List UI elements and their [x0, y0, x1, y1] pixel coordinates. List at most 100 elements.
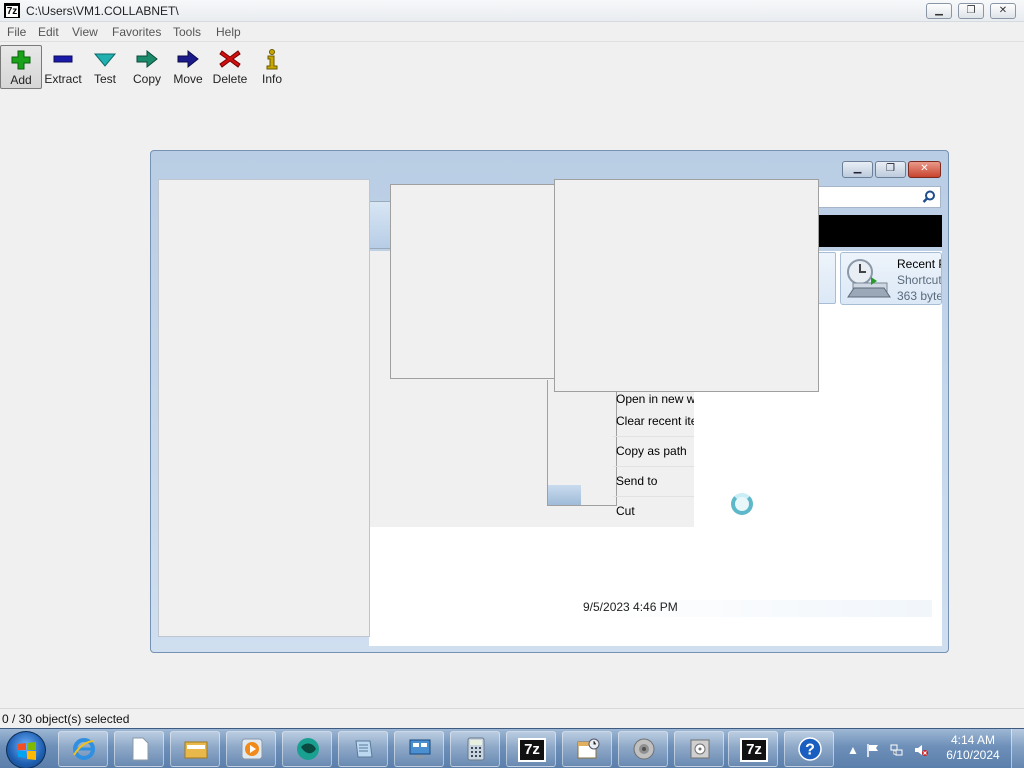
- taskbar-calculator[interactable]: [450, 731, 500, 767]
- menu-edit[interactable]: Edit: [38, 25, 59, 39]
- explorer-minimize-button[interactable]: ▁: [842, 161, 873, 178]
- context-menu-open-in-new-window[interactable]: Open in new w: [616, 392, 694, 406]
- taskbar-media-player[interactable]: [226, 731, 276, 767]
- app-icon-text: 7z: [5, 6, 19, 17]
- context-menu-cut[interactable]: Cut: [616, 504, 694, 518]
- tile-name: Recent P: [897, 257, 942, 271]
- submenu-panel: [554, 179, 819, 392]
- status-text: 0 / 30 object(s) selected: [2, 712, 130, 726]
- help-glyph: ?: [805, 742, 815, 759]
- recent-places-tile[interactable]: Recent P Shortcut 363 byte: [840, 252, 942, 305]
- taskbar-document[interactable]: [114, 731, 164, 767]
- explorer-window: ▁ ❐ ✕ 9/5/2023 4:46 PM Recent P Shortcut…: [150, 150, 949, 653]
- info-button[interactable]: Info: [251, 45, 293, 89]
- menu-help[interactable]: Help: [216, 25, 241, 39]
- action-center-flag-icon[interactable]: [866, 743, 880, 757]
- status-bar: 0 / 30 object(s) selected: [0, 708, 1024, 728]
- maximize-button[interactable]: ❐: [958, 3, 984, 19]
- show-hidden-icons-chevron-icon[interactable]: ▲: [846, 743, 860, 757]
- x-icon: [219, 50, 241, 68]
- test-button[interactable]: Test: [84, 45, 126, 89]
- disk-icon: [690, 739, 710, 759]
- taskbar-7zip-second[interactable]: 7z: [728, 731, 778, 767]
- help-icon: ?: [798, 737, 822, 761]
- column-strip: [369, 201, 391, 249]
- context-menu-clear-recent-items[interactable]: Clear recent ite: [616, 414, 694, 428]
- taskbar-disk[interactable]: [674, 731, 724, 767]
- plus-icon: [11, 50, 31, 70]
- file-explorer-icon: [184, 741, 208, 759]
- menu-icon-artifact: [548, 485, 581, 505]
- notepad-icon: [355, 740, 373, 758]
- test-label: Test: [93, 72, 116, 86]
- context-menu: Open in new w Clear recent ite Copy as p…: [583, 388, 694, 528]
- 7zip-app-icon[interactable]: 7z: [4, 3, 20, 18]
- context-menu-send-to[interactable]: Send to: [616, 474, 694, 488]
- explorer-close-button[interactable]: ✕: [908, 161, 941, 178]
- close-button[interactable]: ✕: [990, 3, 1016, 19]
- explorer-search-input[interactable]: [811, 186, 941, 208]
- taskbar-7zip[interactable]: 7z: [506, 731, 556, 767]
- add-label: Add: [10, 73, 32, 87]
- context-menu-copy-as-path[interactable]: Copy as path: [616, 444, 694, 458]
- clock-date: 6/10/2024: [946, 748, 1000, 762]
- info-icon: [266, 49, 278, 70]
- delete-button[interactable]: Delete: [209, 45, 251, 89]
- taskbar-notepad[interactable]: [338, 731, 388, 767]
- search-icon: [922, 190, 935, 203]
- submenu-panel: [390, 184, 556, 379]
- show-desktop-button[interactable]: [1011, 729, 1024, 768]
- context-menu-separator: [613, 466, 694, 467]
- network-icon[interactable]: [890, 743, 904, 757]
- taskbar-file-explorer[interactable]: [170, 731, 220, 767]
- check-arrow-icon: [93, 53, 117, 67]
- speaker-icon: [633, 738, 655, 760]
- window-title: C:\Users\VM1.COLLABNET\: [26, 4, 179, 18]
- taskbar-remote-desktop[interactable]: [394, 731, 444, 767]
- move-arrow-icon: [177, 49, 199, 69]
- title-bar: 7z C:\Users\VM1.COLLABNET\ ▁ ❐ ✕: [0, 0, 1024, 22]
- media-player-icon: [241, 738, 263, 760]
- date-modified: 9/5/2023 4:46 PM: [583, 600, 678, 614]
- start-button[interactable]: [6, 731, 46, 768]
- 7zip-icon: 7z: [740, 738, 768, 762]
- volume-muted-icon[interactable]: [914, 743, 928, 757]
- busy-cursor-icon: [731, 493, 753, 515]
- internet-explorer-icon: [73, 738, 95, 760]
- menu-view[interactable]: View: [72, 25, 98, 39]
- taskbar-help[interactable]: ?: [784, 731, 834, 767]
- toolbar-artifact: [815, 215, 942, 247]
- browser-globe-icon: [297, 738, 319, 760]
- copy-label: Copy: [132, 72, 161, 86]
- info-label: Info: [261, 72, 282, 86]
- move-button[interactable]: Move: [167, 45, 209, 89]
- move-label: Move: [173, 72, 203, 86]
- menu-tools[interactable]: Tools: [173, 25, 201, 39]
- menu-favorites[interactable]: Favorites: [112, 25, 161, 39]
- copy-button[interactable]: Copy: [126, 45, 168, 89]
- toolbar: Add Extract Test Copy Move Delete Info: [0, 42, 1024, 92]
- taskbar-browser[interactable]: [282, 731, 332, 767]
- delete-label: Delete: [212, 72, 248, 86]
- taskbar-clock[interactable]: 4:14 AM 6/10/2024: [940, 733, 1006, 763]
- taskbar-scheduler[interactable]: [562, 731, 612, 767]
- minimize-button[interactable]: ▁: [926, 3, 952, 19]
- taskbar-sound[interactable]: [618, 731, 668, 767]
- clock-time: 4:14 AM: [950, 733, 996, 747]
- taskbar: 7z 7z ? ▲ 4:14 AM 6/10/2024: [0, 728, 1024, 768]
- explorer-maximize-button[interactable]: ❐: [875, 161, 906, 178]
- add-button[interactable]: Add: [0, 45, 42, 89]
- tile-type: Shortcut: [897, 273, 942, 287]
- context-menu-separator: [613, 436, 694, 437]
- extract-button[interactable]: Extract: [42, 45, 84, 89]
- taskbar-internet-explorer[interactable]: [58, 731, 108, 767]
- menu-bar: File Edit View Favorites Tools Help: [0, 22, 1024, 42]
- windows-logo-icon: [18, 742, 36, 760]
- context-menu-separator: [613, 496, 694, 497]
- extract-label: Extract: [44, 72, 82, 86]
- remote-desktop-icon: [409, 739, 431, 758]
- tile-size: 363 byte: [897, 289, 942, 303]
- menu-file[interactable]: File: [7, 25, 26, 39]
- navigation-pane[interactable]: [158, 179, 370, 637]
- blank-document-icon: [132, 737, 149, 761]
